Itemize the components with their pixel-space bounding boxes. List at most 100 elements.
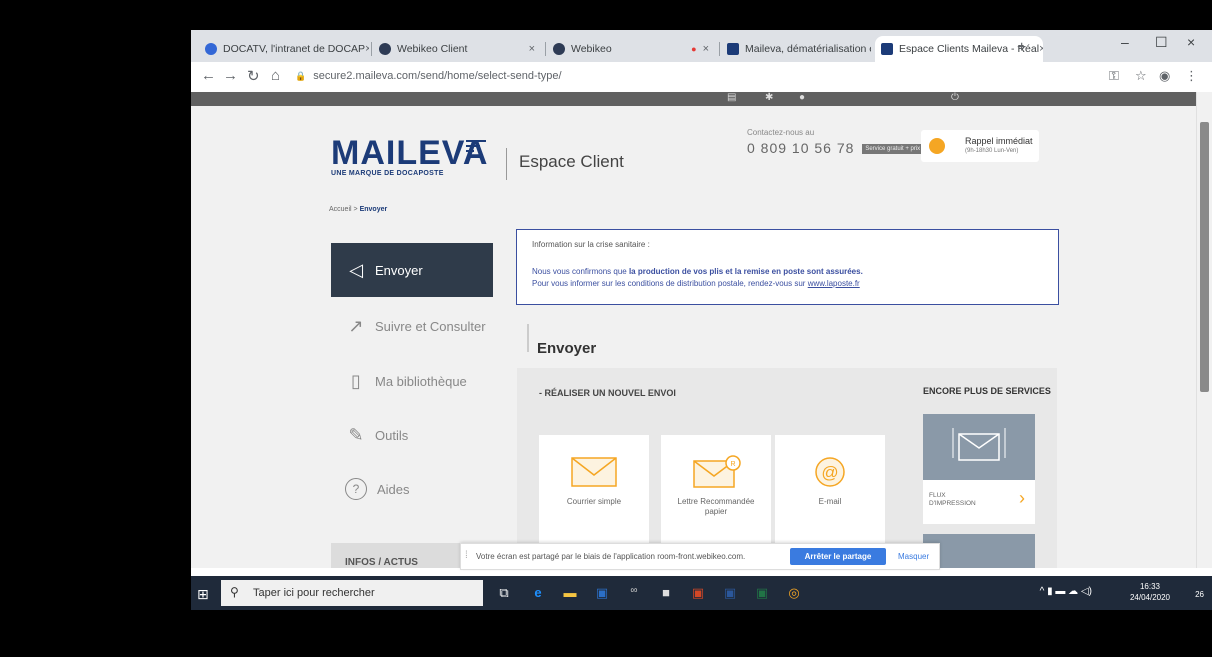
breadcrumb-home-link[interactable]: Accueil	[329, 206, 352, 213]
powerpoint-icon[interactable]: ▣	[689, 585, 707, 601]
back-button[interactable]: ←	[201, 67, 216, 84]
url-text: secure2.maileva.com/send/home/select-sen…	[313, 70, 562, 82]
close-tab-icon[interactable]: ×	[1039, 43, 1043, 55]
breadcrumb-separator: >	[353, 206, 358, 213]
site-header: MAILEVA UNE MARQUE DE DOCAPOSTE Espace C…	[191, 106, 1197, 204]
tab-webikeo[interactable]: Webikeo ● ×	[547, 36, 717, 62]
reload-button[interactable]: ↻	[247, 67, 260, 85]
app-infinity-icon[interactable]: ∞	[625, 585, 643, 601]
sidebar-item-envoyer[interactable]: ◁ Envoyer	[331, 243, 493, 297]
taskbar-search[interactable]: ⚲ Taper ici pour rechercher	[221, 580, 483, 606]
excel-icon[interactable]: ▣	[753, 585, 771, 601]
sidebar-item-label: Ma bibliothèque	[375, 373, 467, 389]
maximize-button[interactable]: ☐	[1155, 34, 1168, 51]
profile-icon[interactable]: ◉	[1159, 68, 1170, 84]
document-icon[interactable]: ▤	[727, 92, 736, 103]
minimize-button[interactable]: –	[1121, 34, 1129, 50]
key-icon[interactable]: ⚿	[1109, 68, 1119, 84]
more-services-heading: ENCORE PLUS DE SERVICES	[923, 386, 1051, 396]
tab-webikeo-client[interactable]: Webikeo Client ×	[373, 36, 543, 62]
tab-label: Maileva, dématérialisation et	[745, 43, 871, 55]
tab-docatv[interactable]: DOCATV, l'intranet de DOCAP ×	[199, 36, 369, 62]
page-scrollbar[interactable]	[1196, 92, 1212, 568]
tab-label: Webikeo Client	[397, 43, 468, 55]
new-tab-button[interactable]: +	[1017, 39, 1026, 57]
info-heading: Information sur la crise sanitaire :	[532, 240, 650, 249]
close-tab-icon[interactable]: ×	[529, 43, 535, 55]
breadcrumb-current: Envoyer	[359, 206, 388, 213]
notification-center-icon[interactable]: 26	[1195, 586, 1204, 600]
close-tab-icon[interactable]: ×	[365, 43, 369, 55]
sidebar-item-bibliotheque[interactable]: ▯ Ma bibliothèque	[331, 354, 493, 408]
registered-letter-icon: R	[693, 455, 741, 488]
settings-gear-icon[interactable]: ✱	[765, 92, 773, 103]
user-icon[interactable]: ●	[799, 92, 805, 103]
trend-line-icon: ↗	[348, 315, 364, 336]
chrome-icon[interactable]: ◎	[785, 585, 803, 601]
edge-icon[interactable]: e	[529, 585, 547, 601]
option-label: Courrier simple	[566, 497, 622, 506]
tab-label: Webikeo	[571, 43, 612, 55]
logo-wordmark: MAILEVA	[331, 134, 489, 172]
callback-hours: (9h-18h30 Lun-Ven)	[965, 148, 1019, 154]
screen-share-bar: ⁞ Votre écran est partagé par le biais d…	[460, 543, 940, 570]
page-title: Envoyer	[537, 340, 597, 357]
maileva-favicon-icon	[727, 43, 739, 55]
forward-button[interactable]: →	[223, 67, 238, 84]
envelope-icon	[571, 457, 617, 487]
outlook-icon[interactable]: ▣	[593, 585, 611, 601]
clock[interactable]: 16:33 24/04/2020	[1130, 581, 1170, 603]
info-line-2: Pour vous informer sur les conditions de…	[532, 279, 860, 288]
file-explorer-icon[interactable]: ▬	[561, 585, 579, 601]
hide-button[interactable]: Masquer	[898, 552, 929, 561]
option-label: Lettre Recommandée papier	[677, 497, 755, 516]
home-button[interactable]: ⌂	[271, 67, 280, 84]
laposte-link[interactable]: www.laposte.fr	[808, 279, 860, 288]
word-icon[interactable]: ▣	[721, 585, 739, 601]
book-icon: ▯	[351, 370, 361, 391]
at-sign-icon: @	[815, 457, 845, 487]
sidebar-item-label: Envoyer	[375, 262, 423, 278]
callback-button[interactable]: Rappel immédiat (9h-18h30 Lun-Ven)	[921, 130, 1039, 162]
close-tab-icon[interactable]: ×	[703, 43, 709, 55]
callback-title: Rappel immédiat	[965, 136, 1033, 146]
maileva-logo[interactable]: MAILEVA UNE MARQUE DE DOCAPOSTE	[331, 136, 488, 177]
maileva-favicon-icon	[881, 43, 893, 55]
sidebar-item-label: Suivre et Consulter	[375, 318, 486, 334]
health-crisis-info-box: Information sur la crise sanitaire : Nou…	[516, 229, 1059, 305]
tab-maileva-dematerialisation[interactable]: Maileva, dématérialisation et ×	[721, 36, 871, 62]
svg-text:R: R	[730, 461, 735, 468]
close-window-button[interactable]: ×	[1187, 34, 1195, 50]
browser-tab-bar: DOCATV, l'intranet de DOCAP × Webikeo Cl…	[191, 30, 1212, 62]
recording-dot-icon: ●	[691, 44, 697, 54]
help-icon: ?	[345, 478, 367, 500]
drag-handle-icon[interactable]: ⁞	[465, 550, 468, 561]
top-utility-strip: ▤ ✱ ● ⏻	[191, 92, 1197, 106]
webikeo-favicon-icon	[553, 43, 565, 55]
scrollbar-thumb[interactable]	[1200, 122, 1209, 392]
option-label: E-mail	[818, 497, 842, 506]
sidebar-item-label: Aides	[377, 481, 410, 497]
infos-actus-title: INFOS / ACTUS	[345, 557, 418, 568]
breadcrumb: Accueil > Envoyer	[329, 206, 387, 213]
system-tray-icons[interactable]: ^ ▮ ▬ ☁ ◁)	[1040, 586, 1092, 597]
bookmark-star-icon[interactable]: ☆	[1135, 68, 1147, 84]
power-icon[interactable]: ⏻	[951, 92, 959, 103]
wrench-icon: ✎	[348, 424, 364, 445]
sidebar-item-aides[interactable]: ? Aides	[331, 462, 493, 516]
flux-impression-card[interactable]: FLUX D'IMPRESSION ›	[923, 414, 1035, 524]
windows-taskbar: ⊞ ⚲ Taper ici pour rechercher ⧉ e ▬ ▣ ∞ …	[191, 576, 1212, 610]
phone-number[interactable]: 0 809 10 56 78	[747, 140, 854, 156]
stop-sharing-button[interactable]: Arrêter le partage	[790, 548, 886, 565]
windows-start-icon[interactable]: ⊞	[197, 586, 209, 603]
contact-block: Contactez-nous au 0 809 10 56 78 Service…	[747, 128, 940, 156]
share-message: Votre écran est partagé par le biais de …	[476, 552, 746, 561]
app-dark-icon[interactable]: ■	[657, 585, 675, 601]
menu-kebab-icon[interactable]: ⋮	[1185, 68, 1198, 84]
sidebar-item-outils[interactable]: ✎ Outils	[331, 408, 493, 462]
info-line-1: Nous vous confirmons que la production d…	[532, 267, 863, 276]
task-view-icon[interactable]: ⧉	[495, 585, 513, 601]
logo-lines-icon	[466, 140, 486, 155]
sidebar-item-suivre[interactable]: ↗ Suivre et Consulter	[331, 299, 493, 353]
url-field[interactable]: 🔒 secure2.maileva.com/send/home/select-s…	[295, 70, 562, 82]
